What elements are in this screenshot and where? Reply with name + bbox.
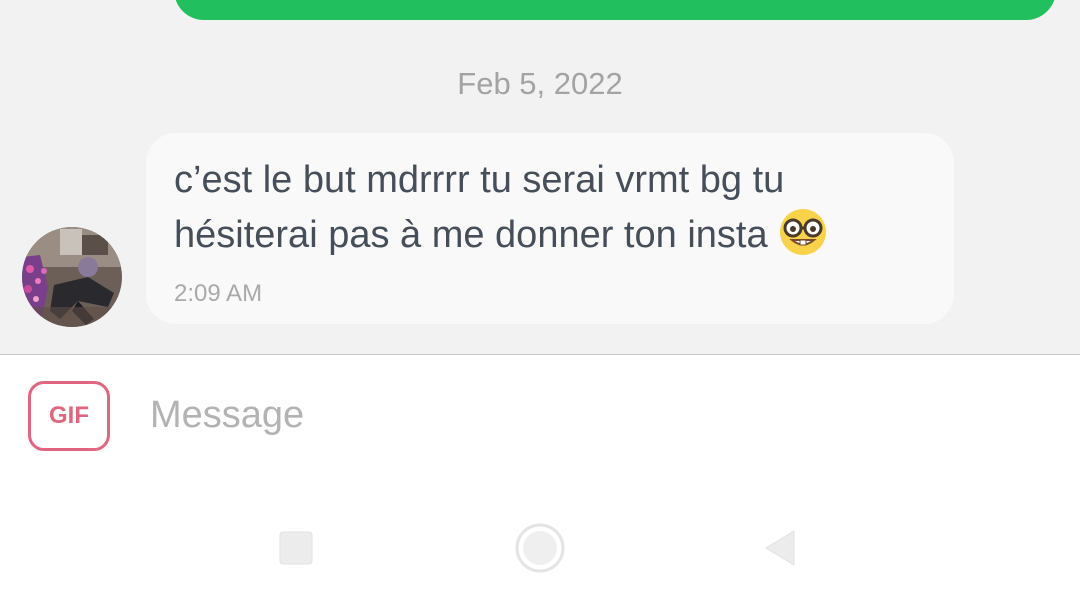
back-button[interactable] xyxy=(752,520,808,576)
date-separator: Feb 5, 2022 xyxy=(457,66,623,101)
home-button[interactable] xyxy=(512,520,568,576)
message-timestamp: 2:09 AM xyxy=(174,280,263,307)
received-message-bubble[interactable]: c’est le but mdrrrr tu serai vrmt bg tu … xyxy=(146,133,954,324)
gif-button[interactable]: GIF xyxy=(28,381,110,451)
message-input[interactable] xyxy=(150,387,1030,443)
message-text: c’est le but mdrrrr tu serai vrmt bg tu … xyxy=(174,153,934,272)
gif-button-label: GIF xyxy=(49,402,89,429)
avatar[interactable] xyxy=(22,227,122,327)
message-composer: GIF xyxy=(0,355,1080,475)
recents-button[interactable] xyxy=(268,520,324,576)
sent-message-bubble[interactable] xyxy=(174,0,1056,20)
triangle-icon xyxy=(765,530,795,566)
message-body: c’est le but mdrrrr tu serai vrmt bg tu … xyxy=(174,159,785,256)
avatar-image xyxy=(22,227,122,327)
circle-icon xyxy=(515,523,565,573)
system-navigation-bar xyxy=(0,490,1080,608)
nerd-face-icon xyxy=(778,207,828,272)
square-icon xyxy=(279,531,313,565)
chat-area: Feb 5, 2022 c’est le but mdrrrr tu serai… xyxy=(0,0,1080,354)
